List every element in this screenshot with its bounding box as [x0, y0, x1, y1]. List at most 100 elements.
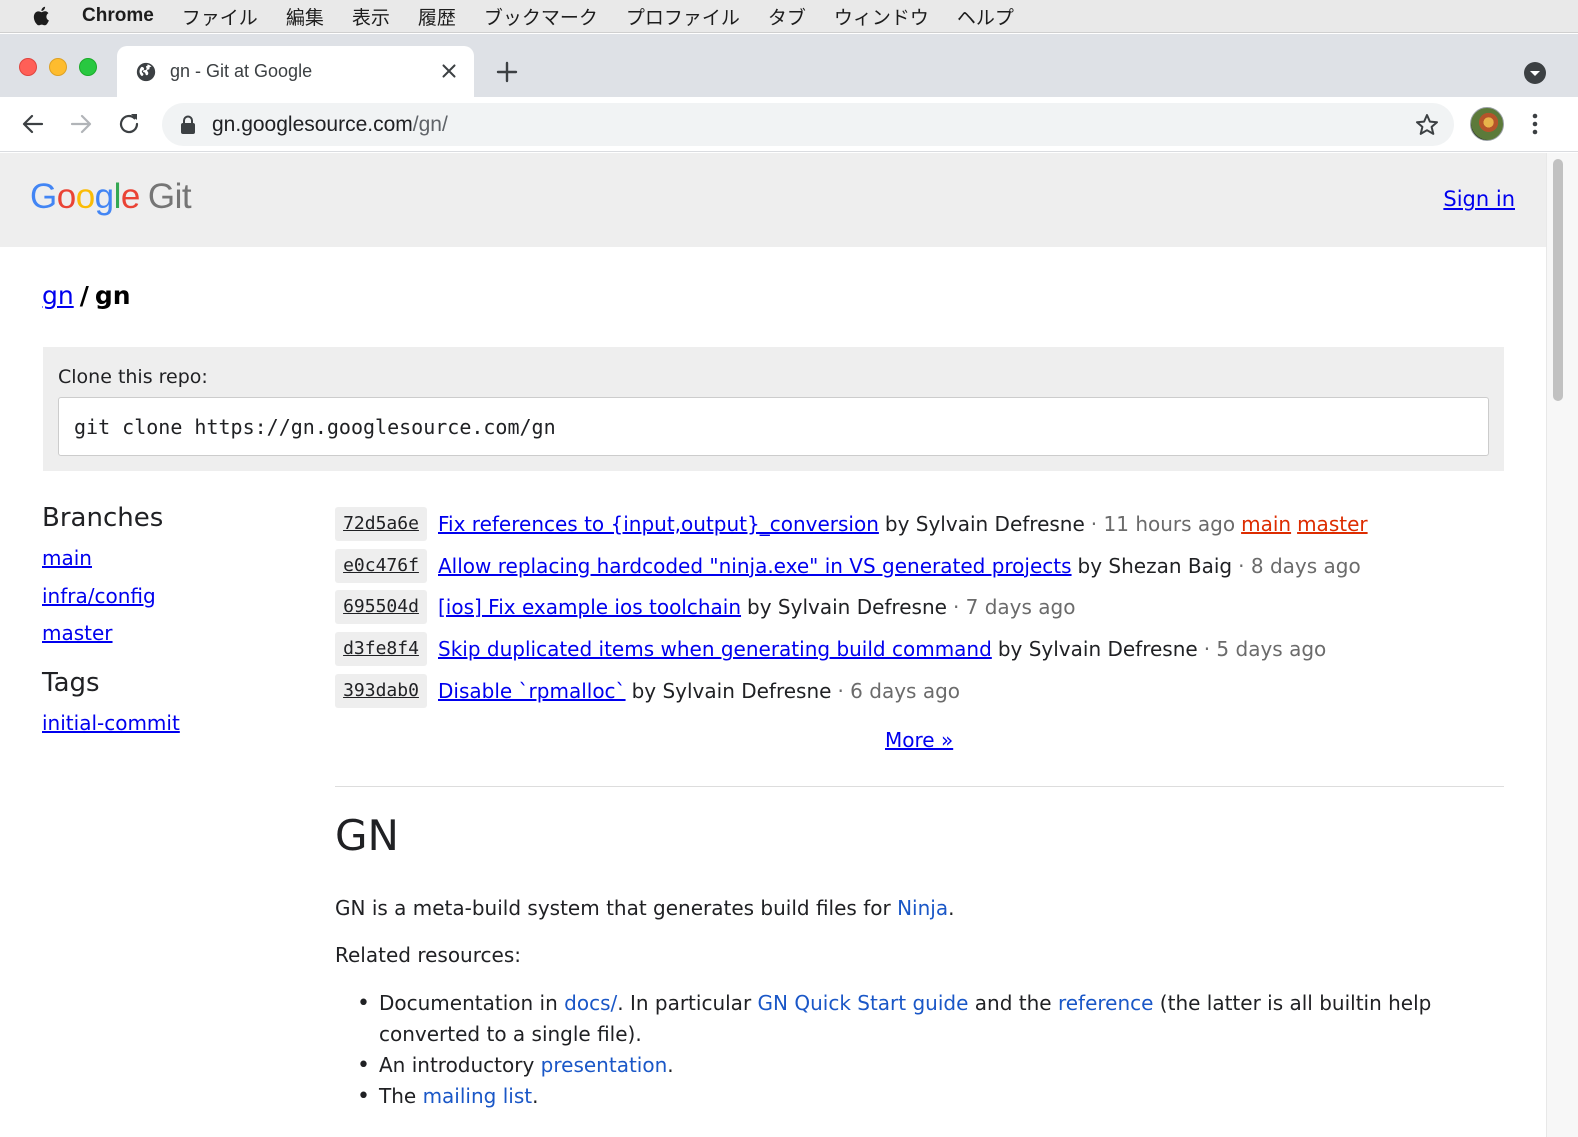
clone-box: Clone this repo: git clone https://gn.go… [43, 347, 1504, 471]
breadcrumb: gn / gn [42, 281, 131, 310]
clone-command-field[interactable]: git clone https://gn.googlesource.com/gn [58, 397, 1489, 456]
quick-start-link[interactable]: GN Quick Start guide [758, 991, 969, 1015]
item-text: . [532, 1084, 539, 1108]
window-zoom-button[interactable] [79, 58, 97, 76]
commit-author: by Sylvain Defresne [747, 595, 947, 620]
apple-icon[interactable] [30, 4, 54, 28]
refs-sidebar: Branches main infra/config master Tags i… [42, 503, 302, 742]
commit-message-link[interactable]: Skip duplicated items when generating bu… [438, 637, 992, 661]
close-icon[interactable] [438, 60, 460, 82]
commit-message-link[interactable]: [ios] Fix example ios toolchain [438, 595, 741, 619]
commit-author: by Shezan Baig [1077, 553, 1233, 578]
logo-letter: l [113, 177, 122, 216]
branch-link-infra-config[interactable]: infra/config [42, 578, 302, 616]
back-arrow-icon[interactable] [19, 110, 47, 138]
site-header: Google Git Sign in [0, 153, 1546, 247]
branches-heading: Branches [42, 503, 164, 533]
reload-icon[interactable] [115, 110, 143, 138]
forward-arrow-icon[interactable] [67, 110, 95, 138]
list-item: The mailing list. [357, 1081, 1465, 1112]
star-icon[interactable] [1414, 112, 1440, 138]
commit-time: · 8 days ago [1238, 553, 1361, 578]
breadcrumb-parent-link[interactable]: gn [42, 281, 74, 310]
commit-author: by Sylvain Defresne [997, 637, 1198, 662]
commit-sha-link[interactable]: 695504d [335, 590, 427, 625]
more-commits-link[interactable]: More » [885, 728, 953, 752]
menu-history[interactable]: 履歴 [418, 3, 456, 30]
tab-active[interactable]: gn - Git at Google [117, 46, 474, 97]
commit-sha-link[interactable]: 72d5a6e [335, 506, 427, 541]
resources-list: Documentation in docs/. In particular GN… [357, 988, 1465, 1112]
address-url: gn.googlesource.com/gn/ [212, 113, 448, 137]
sign-in-link[interactable]: Sign in [1443, 187, 1515, 211]
logo-suffix: Git [147, 177, 192, 216]
menu-edit[interactable]: 編集 [286, 3, 324, 30]
commit-message-link[interactable]: Allow replacing hardcoded "ninja.exe" in… [438, 554, 1072, 578]
more-vert-icon[interactable] [1522, 110, 1548, 138]
commit-sha-link[interactable]: e0c476f [335, 548, 427, 583]
clone-label: Clone this repo: [58, 366, 208, 388]
google-git-logo[interactable]: Google Git [30, 177, 192, 217]
commit-time: · 5 days ago [1203, 637, 1327, 662]
plus-icon[interactable] [494, 59, 520, 85]
readme-intro-text: GN is a meta-build system that generates… [335, 896, 898, 920]
commit-message-link[interactable]: Fix references to {input,output}_convers… [438, 512, 879, 536]
commit-row: 695504d [ios] Fix example ios toolchain … [335, 587, 1505, 629]
item-text: . In particular [617, 991, 758, 1015]
commit-author: by Sylvain Defresne [631, 679, 832, 704]
window-minimize-button[interactable] [49, 58, 67, 76]
commit-sha-link[interactable]: 393dab0 [335, 674, 427, 709]
commit-time: · 7 days ago [952, 595, 1076, 620]
presentation-link[interactable]: presentation [541, 1053, 668, 1077]
menu-help[interactable]: ヘルプ [957, 3, 1014, 30]
ref-link-main[interactable]: main [1241, 512, 1291, 536]
logo-letter: g [94, 177, 114, 216]
divider [335, 786, 1504, 787]
tab-strip: gn - Git at Google [0, 34, 1578, 97]
commit-time: · 11 hours ago [1090, 511, 1236, 536]
item-text: and the [968, 991, 1058, 1015]
ninja-link[interactable]: Ninja [897, 896, 948, 920]
list-item: An introductory presentation. [357, 1050, 1465, 1081]
breadcrumb-separator: / [79, 281, 89, 310]
commit-row: e0c476f Allow replacing hardcoded "ninja… [335, 545, 1505, 587]
commit-row: 393dab0 Disable `rpmalloc` by Sylvain De… [335, 670, 1505, 712]
item-text: An introductory [379, 1053, 541, 1077]
page-scrollbar[interactable] [1546, 153, 1578, 1137]
menu-view[interactable]: 表示 [352, 3, 390, 30]
mailing-list-link[interactable]: mailing list [423, 1084, 533, 1108]
docs-link[interactable]: docs/ [564, 991, 617, 1015]
tab-title: gn - Git at Google [170, 61, 313, 81]
commit-row: d3fe8f4 Skip duplicated items when gener… [335, 628, 1505, 670]
profile-avatar[interactable] [1470, 107, 1504, 141]
window-close-button[interactable] [19, 58, 37, 76]
menu-bookmarks[interactable]: ブックマーク [484, 3, 598, 30]
address-bar[interactable]: gn.googlesource.com/gn/ [162, 103, 1454, 146]
browser-toolbar: gn.googlesource.com/gn/ [0, 97, 1578, 152]
tags-heading: Tags [42, 667, 100, 698]
tab-search-icon[interactable] [1523, 61, 1547, 85]
address-host: gn.googlesource.com [212, 112, 413, 136]
breadcrumb-current: gn [94, 281, 131, 310]
readme-title: GN [335, 811, 399, 860]
commit-sha-link[interactable]: d3fe8f4 [335, 632, 427, 667]
menu-file[interactable]: ファイル [182, 3, 258, 30]
readme-intro: GN is a meta-build system that generates… [335, 894, 1465, 922]
scrollbar-thumb[interactable] [1553, 159, 1563, 401]
commit-log: 72d5a6e Fix references to {input,output}… [335, 503, 1505, 712]
lock-icon[interactable] [179, 115, 197, 135]
tag-link-initial-commit[interactable]: initial-commit [42, 705, 302, 743]
branch-link-master[interactable]: master [42, 615, 302, 653]
menu-app-name[interactable]: Chrome [82, 5, 154, 27]
macos-menu-bar: Chrome ファイル 編集 表示 履歴 ブックマーク プロファイル タブ ウィ… [0, 0, 1578, 33]
menu-window[interactable]: ウィンドウ [834, 3, 929, 30]
branch-link-main[interactable]: main [42, 540, 302, 578]
reference-link[interactable]: reference [1058, 991, 1154, 1015]
item-text: . [667, 1053, 674, 1077]
logo-letter: o [56, 177, 76, 216]
ref-link-master[interactable]: master [1297, 512, 1368, 536]
menu-profiles[interactable]: プロファイル [626, 3, 740, 30]
logo-letter: G [30, 177, 57, 216]
commit-message-link[interactable]: Disable `rpmalloc` [438, 679, 626, 703]
menu-tab[interactable]: タブ [768, 3, 806, 30]
